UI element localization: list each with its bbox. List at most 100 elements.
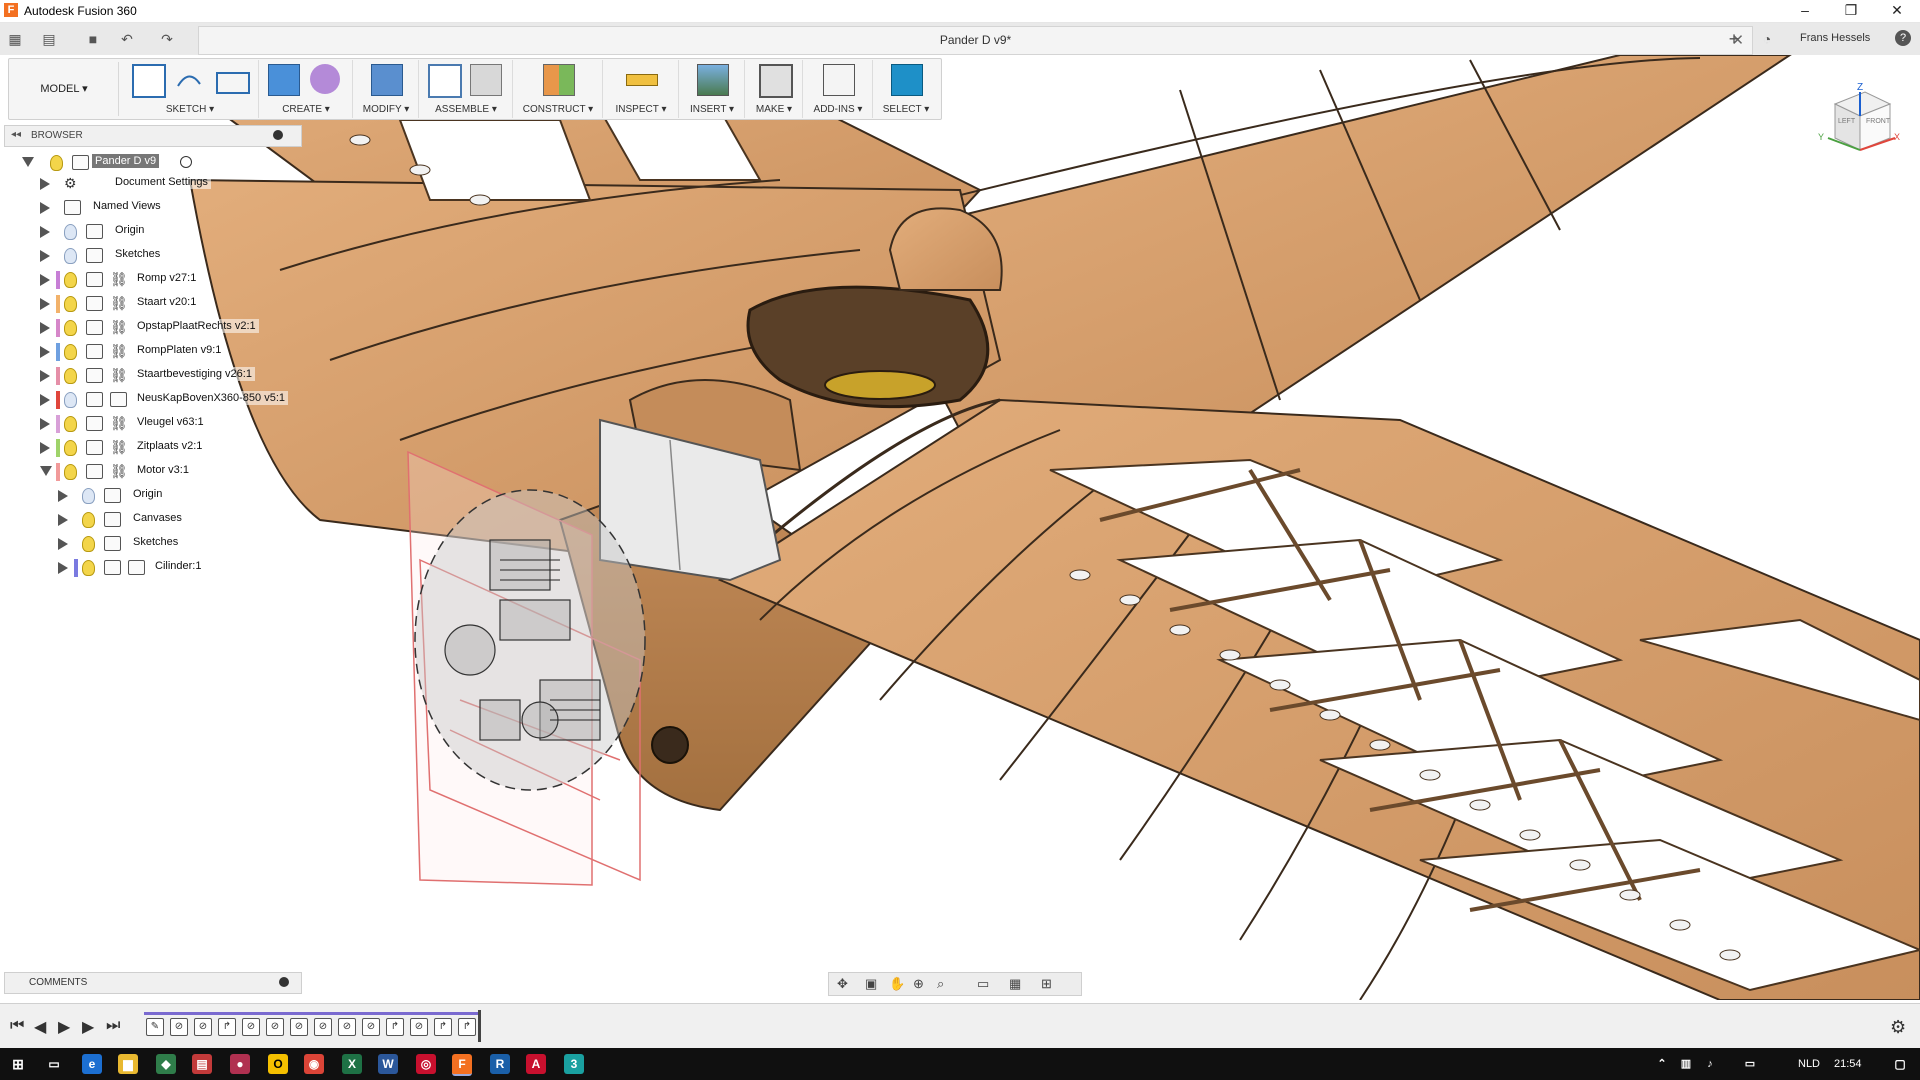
timeline-settings-icon[interactable]: ⚙ <box>1890 1017 1906 1038</box>
word-icon[interactable]: W <box>378 1054 398 1074</box>
rectangle-icon[interactable] <box>216 72 250 94</box>
timeline-feature-sketch[interactable]: ✎ <box>146 1018 164 1036</box>
expand-icon[interactable] <box>40 322 50 334</box>
browser-item[interactable]: Origin <box>22 221 342 243</box>
select-icon[interactable] <box>891 64 923 96</box>
fusion-taskbar-icon[interactable]: F <box>452 1054 472 1076</box>
app-icon-red[interactable]: ▤ <box>192 1054 212 1074</box>
timeline-feature-move[interactable]: ↱ <box>458 1018 476 1036</box>
visibility-bulb-icon[interactable] <box>64 440 77 456</box>
timeline-feature-move[interactable]: ↱ <box>434 1018 452 1036</box>
pan-icon[interactable]: ✋ <box>889 976 905 992</box>
browser-item[interactable]: ⛓ Staartbevestiging v26:1 <box>22 365 342 387</box>
scripts-icon[interactable] <box>823 64 855 96</box>
visibility-bulb-icon[interactable] <box>64 248 77 264</box>
tray-volume-icon[interactable]: ♪ <box>1700 1054 1720 1074</box>
grid-settings-icon[interactable]: ▦ <box>1009 976 1021 992</box>
visibility-bulb-icon[interactable] <box>82 560 95 576</box>
step-forward-icon[interactable]: ▶ <box>82 1017 94 1037</box>
visibility-bulb-icon[interactable] <box>64 416 77 432</box>
timeline-feature-joint[interactable]: ⊘ <box>362 1018 380 1036</box>
assemble-group[interactable]: ASSEMBLE ▾ <box>420 60 513 118</box>
browser-item[interactable]: ⛓ Vleugel v63:1 <box>22 413 342 435</box>
select-group[interactable]: SELECT ▾ <box>874 60 938 118</box>
make-group[interactable]: MAKE ▾ <box>746 60 803 118</box>
app-icon-green[interactable]: ◆ <box>156 1054 176 1074</box>
job-status-icon[interactable]: ◔ <box>1758 30 1776 48</box>
visibility-bulb-icon[interactable] <box>64 344 77 360</box>
expand-icon[interactable] <box>40 202 50 214</box>
go-to-end-icon[interactable]: ⏭ <box>106 1017 120 1035</box>
expand-icon[interactable] <box>58 538 68 550</box>
chrome-icon[interactable]: ◉ <box>304 1054 324 1074</box>
tray-chevron-icon[interactable]: ⌃ <box>1652 1054 1672 1074</box>
document-tab[interactable]: Pander D v9* ✕ <box>198 26 1753 55</box>
browser-item[interactable]: ⛓ Zitplaats v2:1 <box>22 437 342 459</box>
browser-item[interactable]: Sketches <box>22 245 342 267</box>
create-sketch-icon[interactable] <box>132 64 166 98</box>
create-group[interactable]: CREATE ▾ <box>260 60 353 118</box>
expand-icon[interactable] <box>40 178 50 190</box>
sketch-group[interactable]: SKETCH ▾ <box>122 60 259 118</box>
expand-icon[interactable] <box>40 298 50 310</box>
view-cube[interactable]: Z LEFT FRONT X Y <box>1810 82 1900 162</box>
redo-icon[interactable]: ↷ <box>158 30 176 48</box>
construct-group[interactable]: CONSTRUCT ▾ <box>514 60 603 118</box>
visibility-bulb-icon[interactable] <box>64 464 77 480</box>
timeline-feature-joint[interactable]: ⊘ <box>242 1018 260 1036</box>
app-icon-media[interactable]: ● <box>230 1054 250 1074</box>
expand-icon[interactable] <box>40 346 50 358</box>
line-icon[interactable] <box>174 64 204 94</box>
timeline-feature-joint[interactable]: ⊘ <box>194 1018 212 1036</box>
look-at-icon[interactable]: ▣ <box>865 976 877 992</box>
visibility-bulb-icon[interactable] <box>50 155 63 171</box>
timeline-feature-joint[interactable]: ⊘ <box>290 1018 308 1036</box>
expand-icon[interactable] <box>40 394 50 406</box>
close-window-button[interactable]: ✕ <box>1874 0 1920 22</box>
visibility-bulb-icon[interactable] <box>82 536 95 552</box>
viewports-icon[interactable]: ⊞ <box>1041 976 1052 992</box>
visibility-bulb-icon[interactable] <box>64 296 77 312</box>
timeline-feature-move[interactable]: ↱ <box>218 1018 236 1036</box>
timeline-feature-joint[interactable]: ⊘ <box>314 1018 332 1036</box>
restore-button[interactable]: ❐ <box>1828 0 1874 22</box>
step-back-icon[interactable]: ◀ <box>34 1017 46 1037</box>
tray-network-icon[interactable]: ▥ <box>1676 1054 1696 1074</box>
expand-icon[interactable] <box>40 370 50 382</box>
timeline-feature-joint[interactable]: ⊘ <box>338 1018 356 1036</box>
collapse-icon[interactable] <box>40 466 52 476</box>
visibility-bulb-icon[interactable] <box>64 368 77 384</box>
collapse-browser-icon[interactable]: ◂◂ <box>11 129 21 140</box>
visibility-bulb-icon[interactable] <box>64 392 77 408</box>
timeline-feature-joint[interactable]: ⊘ <box>410 1018 428 1036</box>
file-explorer-icon[interactable]: ▆ <box>118 1054 138 1074</box>
tray-battery-icon[interactable]: ▭ <box>1740 1054 1760 1074</box>
expand-icon[interactable] <box>40 226 50 238</box>
browser-item[interactable]: ⛓ Romp v27:1 <box>22 269 342 291</box>
inspect-group[interactable]: INSPECT ▾ <box>604 60 679 118</box>
tray-language[interactable]: NLD <box>1798 1058 1820 1070</box>
visibility-bulb-icon[interactable] <box>82 512 95 528</box>
zoom-icon[interactable]: ⊕ <box>913 976 924 992</box>
activate-radio-icon[interactable] <box>180 156 192 168</box>
browser-item[interactable]: ⛓ Staart v20:1 <box>22 293 342 315</box>
data-panel-grid-icon[interactable]: ▦ <box>6 30 24 48</box>
tray-clock[interactable]: 21:54 <box>1834 1058 1862 1070</box>
3d-print-icon[interactable] <box>759 64 793 98</box>
comments-panel[interactable]: COMMENTS <box>4 972 302 994</box>
browser-item[interactable]: ⛓ Motor v3:1 <box>22 461 342 483</box>
expand-icon[interactable] <box>58 562 68 574</box>
insert-image-icon[interactable] <box>697 64 729 96</box>
visibility-bulb-icon[interactable] <box>64 224 77 240</box>
excel-icon[interactable]: X <box>342 1054 362 1074</box>
orbit-icon[interactable]: ✥ <box>837 976 848 992</box>
timeline-feature-move[interactable]: ↱ <box>386 1018 404 1036</box>
expand-icon[interactable] <box>40 418 50 430</box>
display-settings-icon[interactable]: ▭ <box>977 976 989 992</box>
new-component-icon[interactable] <box>428 64 462 98</box>
help-icon[interactable]: ? <box>1895 30 1911 46</box>
new-tab-icon[interactable]: + <box>1725 30 1743 48</box>
tree-root[interactable]: Pander D v9 <box>22 152 342 174</box>
add-comment-icon[interactable] <box>279 977 289 987</box>
user-name[interactable]: Frans Hessels <box>1800 32 1870 44</box>
